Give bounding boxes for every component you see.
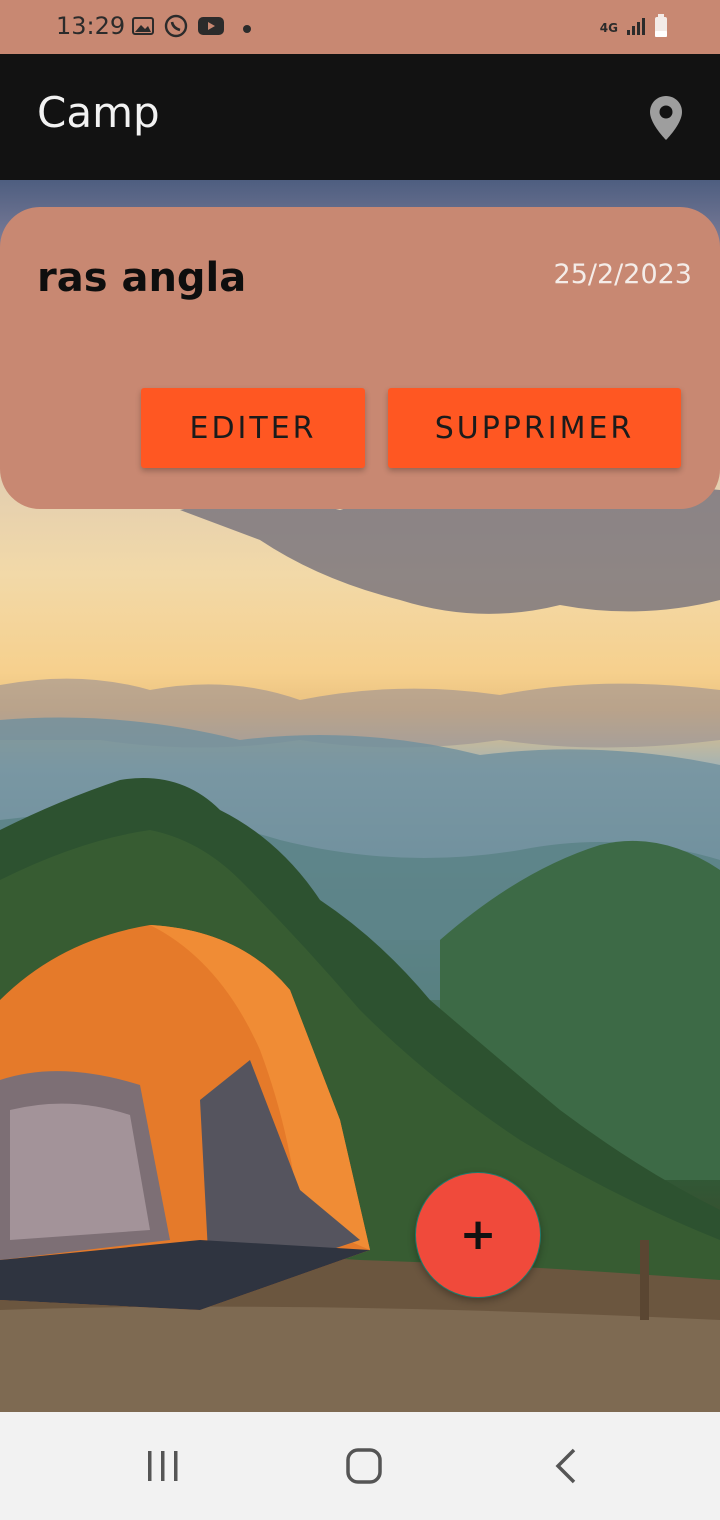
status-bar: 13:29 4G: [0, 0, 720, 54]
status-time: 13:29: [56, 12, 126, 40]
back-icon[interactable]: [546, 1446, 586, 1486]
edit-button[interactable]: EDITER: [141, 388, 365, 468]
camp-name: ras angla: [37, 255, 247, 301]
status-icons-left: [132, 14, 252, 42]
nav-bar: [0, 1412, 720, 1520]
location-pin-icon[interactable]: [648, 94, 684, 142]
app-bar: Camp: [0, 54, 720, 180]
delete-button[interactable]: SUPPRIMER: [388, 388, 681, 468]
add-icon: +: [459, 1209, 497, 1260]
dot-icon: [242, 19, 252, 38]
signal-icon: [626, 16, 646, 40]
status-icons-right: 4G: [600, 14, 668, 42]
image-icon: [132, 16, 154, 40]
add-camp-button[interactable]: +: [415, 1172, 541, 1298]
recent-apps-icon[interactable]: [143, 1446, 183, 1486]
camp-card: ras angla 25/2/2023 EDITER SUPPRIMER: [0, 207, 720, 509]
camp-date: 25/2/2023: [553, 259, 692, 290]
battery-icon: [654, 14, 668, 42]
youtube-icon: [198, 16, 224, 40]
4g-icon: 4G: [599, 21, 618, 35]
app-title: Camp: [37, 88, 160, 137]
home-icon[interactable]: [344, 1446, 384, 1486]
whatsapp-icon: [164, 14, 188, 42]
